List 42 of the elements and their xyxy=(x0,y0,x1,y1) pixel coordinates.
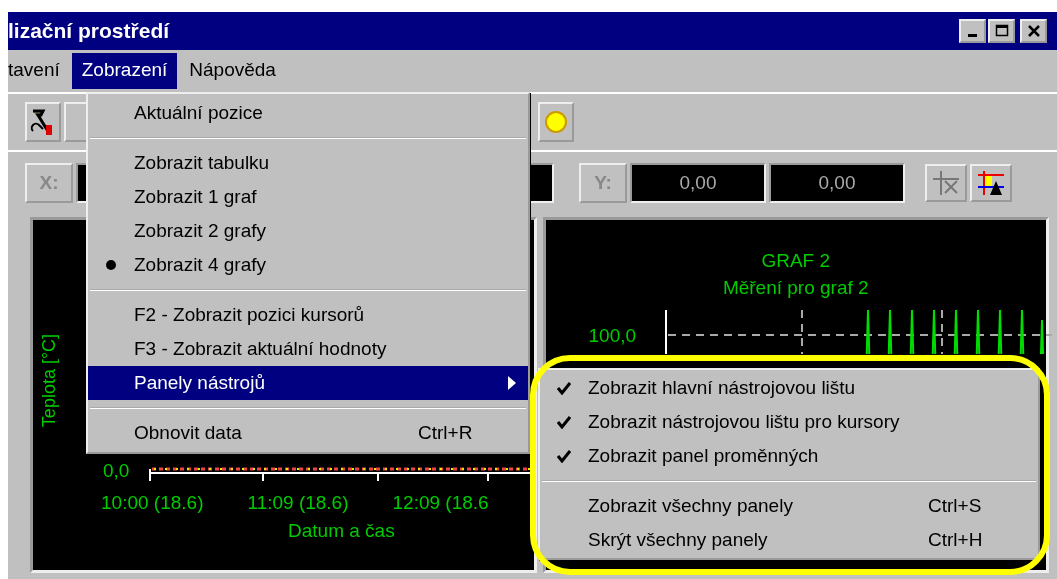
menu-bar-item[interactable]: tavení xyxy=(8,53,70,89)
x-tick-label: 11:09 (18.6) xyxy=(247,492,349,514)
menu-item[interactable]: Zobrazit nástrojovou lištu pro kursory xyxy=(540,405,1038,439)
x-tick-label: 12:09 (18.6 xyxy=(392,492,489,514)
cursor-tool-button[interactable] xyxy=(970,164,1012,202)
window-title: lizační prostředí xyxy=(8,19,170,43)
close-icon xyxy=(1026,24,1041,38)
x-label: X: xyxy=(25,163,73,203)
cross-cursor-icon xyxy=(931,169,961,197)
menu-item[interactable]: F2 - Zobrazit pozici kursorů xyxy=(88,298,528,332)
maximize-button[interactable] xyxy=(988,19,1015,43)
menu-bar-item[interactable]: Zobrazení xyxy=(71,53,178,89)
menu-item[interactable]: Zobrazit všechny panely Ctrl+S xyxy=(540,489,1038,523)
x-axis-label: Datum a čas xyxy=(288,520,395,542)
submenu-arrow-icon xyxy=(508,376,516,390)
y-axis-label: Teplota [°C] xyxy=(39,333,61,428)
menu-item[interactable]: F3 - Zobrazit aktuální hodnoty xyxy=(88,332,528,366)
menu-item[interactable]: Aktuální pozice xyxy=(88,96,528,130)
menu-item[interactable]: Zobrazit tabulku xyxy=(88,146,528,180)
chart-title: GRAF 2 xyxy=(761,250,831,272)
y-value-field: 0,00 xyxy=(769,163,905,203)
minimize-icon xyxy=(968,34,977,37)
menu-item[interactable]: Zobrazit 2 grafy xyxy=(88,214,528,248)
y-tick-label: 0,0 xyxy=(103,460,130,482)
tool-button[interactable] xyxy=(25,102,61,142)
menu-item[interactable]: Skrýt všechny panely Ctrl+H xyxy=(540,523,1038,557)
x-tick-label: 10:00 (18.6) xyxy=(101,492,204,514)
cursor-marker-icon xyxy=(976,169,1006,197)
y-tick-label: 100,0 xyxy=(588,325,637,347)
menu-bar-item[interactable]: Nápověda xyxy=(179,53,286,89)
menu-item[interactable]: Zobrazit 4 grafy xyxy=(88,248,528,282)
minimize-button[interactable] xyxy=(959,19,986,43)
menu-item[interactable]: Obnovit data Ctrl+R xyxy=(88,416,528,450)
y-value-field: 0,00 xyxy=(630,163,766,203)
maximize-icon xyxy=(994,24,1009,38)
menu-item[interactable]: Panely nástrojů xyxy=(88,366,528,400)
menu-item[interactable]: Zobrazit hlavní nástrojovou lištu xyxy=(540,371,1038,405)
y-label: Y: xyxy=(579,163,627,203)
chart-subtitle: Měření pro graf 2 xyxy=(722,277,869,299)
menu-item[interactable]: Zobrazit panel proměnných xyxy=(540,439,1038,473)
close-button[interactable] xyxy=(1020,19,1047,43)
menu-item[interactable]: Zobrazit 1 graf xyxy=(88,180,528,214)
